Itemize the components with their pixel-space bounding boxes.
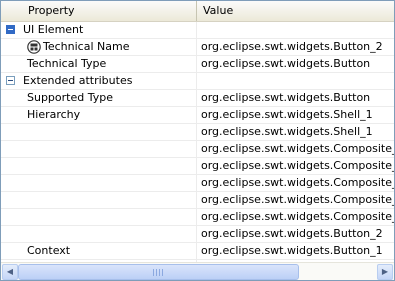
value-cell: org.eclipse.swt.widgets.Composite_1 (201, 159, 395, 172)
table-row[interactable]: org.eclipse.swt.widgets.Button_2 (1, 226, 394, 243)
value-cell: org.eclipse.swt.widgets.Composite_1 (201, 142, 395, 155)
table-row-extended-attributes[interactable]: Extended attributes (1, 73, 394, 90)
property-label: Extended attributes (23, 74, 133, 87)
table-row[interactable]: org.eclipse.swt.widgets.Composite_1 (1, 158, 394, 175)
value-cell: org.eclipse.swt.widgets.Composite_2 (201, 176, 395, 189)
table-row[interactable]: org.eclipse.swt.widgets.Composite_2 (1, 175, 394, 192)
value-column-header[interactable]: Value (197, 1, 394, 21)
value-cell: org.eclipse.swt.widgets.Button_2 (201, 40, 383, 53)
table-row[interactable]: org.eclipse.swt.widgets.Composite_1 (1, 192, 394, 209)
table-row-hierarchy[interactable]: Hierarchy org.eclipse.swt.widgets.Shell_… (1, 107, 394, 124)
property-label: Supported Type (27, 91, 113, 104)
value-cell: org.eclipse.swt.widgets.Shell_1 (201, 108, 373, 121)
scrollbar-thumb[interactable] (18, 264, 299, 280)
grip-icon (153, 269, 165, 276)
technical-name-icon (27, 40, 41, 54)
value-cell: org.eclipse.swt.widgets.Composite_1 (201, 193, 395, 206)
table-row-technical-name[interactable]: Technical Name org.eclipse.swt.widgets.B… (1, 39, 394, 56)
table-body: UI Element Technical Name org.eclipse.sw… (1, 22, 394, 277)
property-column-header[interactable]: Property (1, 1, 197, 21)
property-label: Technical Type (27, 57, 107, 70)
table-row[interactable]: org.eclipse.swt.widgets.Composite_1 (1, 209, 394, 226)
value-cell: org.eclipse.swt.widgets.Composite_1 (201, 210, 395, 223)
value-cell: org.eclipse.swt.widgets.Button (201, 91, 371, 104)
table-row-ui-element[interactable]: UI Element (1, 22, 394, 39)
table-row-context[interactable]: Context org.eclipse.swt.widgets.Button_1 (1, 243, 394, 260)
horizontal-scrollbar[interactable]: ◀ ▶ (1, 262, 394, 280)
value-cell: org.eclipse.swt.widgets.Shell_1 (201, 125, 373, 138)
value-cell: org.eclipse.swt.widgets.Button_2 (201, 227, 383, 240)
value-cell: org.eclipse.swt.widgets.Button_1 (201, 244, 383, 257)
scroll-left-arrow-icon[interactable]: ◀ (2, 264, 18, 280)
table-row-technical-type[interactable]: Technical Type org.eclipse.swt.widgets.B… (1, 56, 394, 73)
collapse-minus-icon[interactable] (6, 76, 15, 85)
table-row[interactable]: org.eclipse.swt.widgets.Shell_1 (1, 124, 394, 141)
property-tree-table: Property Value UI Element Technical Name… (0, 0, 395, 281)
value-cell: org.eclipse.swt.widgets.Button (201, 57, 371, 70)
table-row-supported-type[interactable]: Supported Type org.eclipse.swt.widgets.B… (1, 90, 394, 107)
property-label: UI Element (23, 23, 84, 36)
table-row[interactable]: org.eclipse.swt.widgets.Composite_1 (1, 141, 394, 158)
collapse-minus-icon[interactable] (6, 25, 15, 34)
property-label: Context (27, 244, 71, 257)
property-label: Hierarchy (27, 108, 81, 121)
table-header: Property Value (1, 1, 394, 22)
scroll-right-arrow-icon[interactable]: ▶ (377, 264, 393, 280)
property-label: Technical Name (43, 40, 130, 53)
